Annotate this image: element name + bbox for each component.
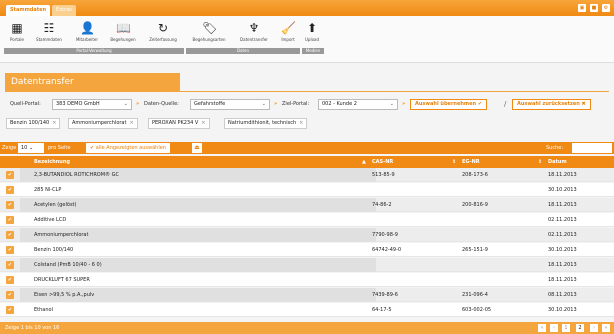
- tab-extras[interactable]: Extras: [52, 5, 76, 16]
- zeiterfassung-button[interactable]: ↻ Zeiterfassung: [144, 19, 182, 47]
- broom-icon: 🧹: [281, 21, 296, 35]
- group-daten: Daten: [186, 48, 300, 54]
- grid-toolbar: Zeige 10 ⌄ pro Seite ✔ alle Angezeigten …: [0, 142, 614, 154]
- checkbox-icon[interactable]: ✔: [6, 186, 14, 194]
- col-bezeichnung[interactable]: Bezeichnung: [34, 156, 70, 168]
- table-row[interactable]: ✔ Eisen >99,5 % p.A.,pulv 7439-89-6 231-…: [0, 288, 614, 302]
- ziel-portal-label: Ziel-Portal:: [282, 101, 310, 107]
- table-row[interactable]: ✔ Ammoniumperchlorat 7790-98-9 02.11.201…: [0, 228, 614, 242]
- chip[interactable]: Ammoniumperchlorat ×: [68, 118, 138, 129]
- sort-icon[interactable]: ▲: [362, 156, 366, 168]
- close-icon[interactable]: ×: [299, 120, 303, 126]
- table-row[interactable]: ✔ Additive LCD 02.11.2013: [0, 213, 614, 227]
- last-page-button[interactable]: »: [602, 324, 610, 332]
- checkbox-icon[interactable]: ✔: [6, 231, 14, 239]
- import-button[interactable]: 🧹 Import: [277, 19, 299, 47]
- table-row[interactable]: ✔ Acetylen (gelöst) 74-86-2 200-816-9 18…: [0, 198, 614, 212]
- col-datum[interactable]: Datum: [548, 156, 567, 168]
- tag-icon: 🏷: [202, 21, 218, 35]
- upload-button[interactable]: ⬆ Upload: [302, 19, 322, 47]
- table-footer: Zeige 1 bis 10 von 16 « ‹ 1 2 › »: [0, 322, 614, 334]
- checkbox-icon[interactable]: ✔: [6, 276, 14, 284]
- checkbox-icon[interactable]: ✔: [6, 291, 14, 299]
- book-icon: 📖: [116, 21, 131, 35]
- daten-quelle-label: Daten-Quelle:: [144, 101, 179, 107]
- per-page-label: pro Seite: [48, 145, 71, 151]
- begehungsarten-button[interactable]: 🏷 Begehungsarten: [188, 19, 230, 47]
- quell-portal-label: Quell-Portal:: [10, 101, 41, 107]
- search-label: Suche:: [546, 145, 564, 151]
- page-2-button[interactable]: 2: [576, 324, 584, 332]
- close-icon[interactable]: ×: [201, 120, 205, 126]
- window-icon[interactable]: ▣: [578, 4, 586, 12]
- chevron-down-icon: ⌄: [261, 101, 266, 107]
- table-header: Bezeichnung ▲ CAS-NR ⇕ EG-NR ⇕ Datum: [0, 156, 614, 168]
- datentransfer-button[interactable]: ♆ Datentransfer: [233, 19, 275, 47]
- user-icon: 👤: [80, 21, 95, 35]
- quell-portal-select[interactable]: 383 DEMO GmbH ⌄: [52, 99, 132, 110]
- filter-row: Quell-Portal: 383 DEMO GmbH ⌄ » Daten-Que…: [0, 96, 614, 112]
- begehungen-button[interactable]: 📖 Begehungen: [106, 19, 140, 47]
- sort-icon[interactable]: ⇕: [452, 156, 456, 168]
- auswahl-uebernehmen-button[interactable]: Auswahl übernehmen ✔: [410, 99, 488, 110]
- list-icon: ☷: [43, 21, 55, 35]
- portale-button[interactable]: ▦ Portale: [6, 19, 28, 47]
- chevron-down-icon: ⌄: [389, 101, 394, 107]
- table-row[interactable]: ✔ Colstand (PmB 10/40 - 6 0) 18.11.2013: [0, 258, 614, 272]
- checkbox-icon[interactable]: ✔: [6, 306, 14, 314]
- chip[interactable]: PEROXAN PK234 V ×: [148, 118, 210, 129]
- auswahl-zuruecksetzen-button[interactable]: Auswahl zurücksetzen ✖: [512, 99, 591, 110]
- tab-stammdaten[interactable]: Stammdaten: [6, 5, 51, 16]
- table-row[interactable]: ✔ 285 Nl-CLP 30.10.2013: [0, 183, 614, 197]
- ribbon-toolbar: ▦ Portale ☷ Stammdaten 👤 Mitarbeiter 📖 B…: [0, 16, 614, 63]
- page-1-button[interactable]: 1: [562, 324, 570, 332]
- per-page-select[interactable]: 10 ⌄: [18, 143, 44, 153]
- col-eg-nr[interactable]: EG-NR: [462, 156, 480, 168]
- checkbox-icon[interactable]: ✔: [6, 261, 14, 269]
- transfer-icon: ♆: [248, 21, 260, 35]
- col-cas-nr[interactable]: CAS-NR: [372, 156, 393, 168]
- close-icon[interactable]: ×: [52, 120, 56, 126]
- upload-icon: ⬆: [306, 21, 318, 35]
- next-page-button[interactable]: ›: [590, 324, 598, 332]
- group-medien: Medien: [302, 48, 324, 54]
- eject-icon[interactable]: ⏏: [192, 143, 202, 153]
- prev-page-button[interactable]: ‹: [550, 324, 558, 332]
- chevron-down-icon: ⌄: [123, 101, 128, 107]
- arrow-icon: »: [136, 101, 140, 107]
- table-row[interactable]: ✔ Benzin 100/140 64742-49-0 265-151-9 30…: [0, 243, 614, 257]
- close-icon[interactable]: ×: [129, 120, 133, 126]
- separator: /: [504, 100, 507, 108]
- table-row[interactable]: ✔ 2,3-BUTANDIOL ROTICHROM® GC 513-85-9 2…: [0, 168, 614, 182]
- checkbox-icon[interactable]: ✔: [6, 216, 14, 224]
- page-title: Datentransfer: [5, 73, 180, 91]
- chip[interactable]: Natriumdithionit, technisch ×: [224, 118, 308, 129]
- chip[interactable]: Benzin 100/140 ×: [6, 118, 61, 129]
- settings-gear-icon[interactable]: ⚙: [602, 4, 610, 12]
- search-input[interactable]: [572, 143, 612, 153]
- sort-icon[interactable]: ⇕: [538, 156, 542, 168]
- arrow-icon: »: [274, 101, 278, 107]
- grid-icon: ▦: [11, 21, 23, 35]
- mitarbeiter-button[interactable]: 👤 Mitarbeiter: [70, 19, 104, 47]
- first-page-button[interactable]: «: [538, 324, 546, 332]
- title-divider: [5, 91, 609, 92]
- paging-info: Zeige 1 bis 10 von 16: [5, 325, 60, 331]
- show-label: Zeige: [2, 145, 17, 151]
- daten-quelle-select[interactable]: Gefahrstoffe ⌄: [190, 99, 270, 110]
- arrow-icon: »: [402, 101, 406, 107]
- stop-icon[interactable]: ■: [590, 4, 598, 12]
- group-portal-verwaltung: Portal-Verwaltung: [4, 48, 184, 54]
- table-row[interactable]: ✔ Ethanol 64-17-5 603-002-05 30.10.2013: [0, 303, 614, 317]
- checkbox-icon[interactable]: ✔: [6, 201, 14, 209]
- stammdaten-button[interactable]: ☷ Stammdaten: [32, 19, 66, 47]
- checkbox-icon[interactable]: ✔: [6, 246, 14, 254]
- table-row[interactable]: ✔ DRUCKLUFT 67 SUPER 18.11.2013: [0, 273, 614, 287]
- history-icon: ↻: [157, 21, 169, 35]
- top-menu-bar: Stammdaten Extras ▣ ■ ⚙: [0, 0, 614, 16]
- select-all-button[interactable]: ✔ alle Angezeigten auswählen: [86, 143, 170, 153]
- ziel-portal-select[interactable]: 002 - Kunde 2 ⌄: [318, 99, 398, 110]
- checkbox-icon[interactable]: ✔: [6, 171, 14, 179]
